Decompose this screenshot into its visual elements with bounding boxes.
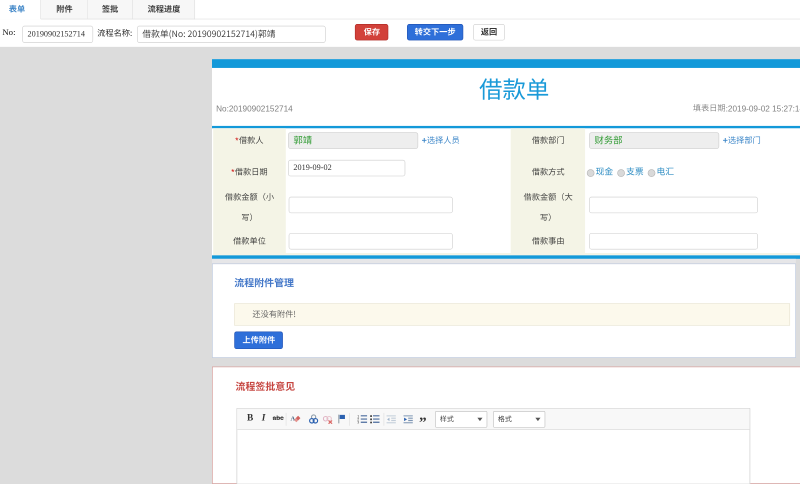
svg-text:3: 3: [357, 421, 359, 424]
svg-text:A: A: [290, 415, 295, 422]
